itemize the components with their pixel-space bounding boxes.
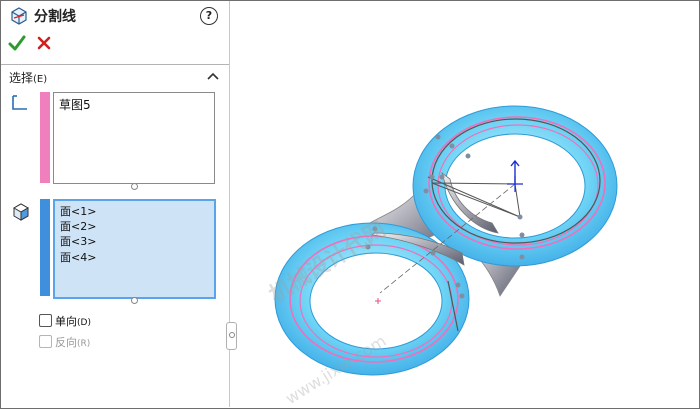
- face-selection-list[interactable]: 面<1> 面<2> 面<3> 面<4>: [53, 199, 216, 299]
- list-item[interactable]: 草图5: [59, 96, 91, 113]
- graphics-viewport[interactable]: [230, 1, 698, 407]
- face-selection-icon: [12, 203, 30, 221]
- single-direction-label: 单向: [55, 315, 77, 328]
- help-icon[interactable]: ?: [200, 7, 218, 25]
- sketch-selection-icon: [12, 95, 27, 110]
- list-item[interactable]: 面<3>: [60, 233, 96, 249]
- reverse-direction-hotkey: (R): [77, 339, 91, 349]
- single-direction-hotkey: (D): [77, 318, 91, 328]
- list-item[interactable]: 面<2>: [60, 218, 96, 234]
- property-manager-panel: 分割线 ? 选择(E) 草图5 面<1> 面<2> 面<3> 面<4> 单向(D…: [1, 1, 230, 407]
- section-label: 选择: [9, 71, 34, 85]
- split-line-icon: [11, 7, 27, 25]
- close-icon: [37, 36, 51, 50]
- reverse-direction-checkbox: [39, 335, 52, 348]
- reverse-direction-label: 反向: [55, 336, 77, 349]
- check-icon: [8, 35, 26, 51]
- chevron-up-icon[interactable]: [207, 71, 219, 81]
- ok-button[interactable]: [8, 34, 26, 52]
- sketch-selection-list[interactable]: 草图5: [53, 92, 215, 184]
- single-direction-checkbox[interactable]: [39, 314, 52, 327]
- section-selections-title[interactable]: 选择(E): [9, 69, 47, 86]
- list-resize-handle[interactable]: [131, 183, 138, 190]
- panel-title: 分割线: [34, 9, 76, 25]
- cancel-button[interactable]: [35, 34, 53, 52]
- list-item[interactable]: 面<4>: [60, 249, 96, 265]
- list-resize-handle[interactable]: [131, 297, 138, 304]
- panel-header: 分割线 ?: [1, 1, 229, 29]
- list-item[interactable]: 面<1>: [60, 203, 96, 219]
- selection-color-bar: [40, 92, 50, 183]
- divider: [1, 64, 229, 65]
- selection-color-bar: [40, 199, 50, 296]
- section-hotkey: (E): [33, 74, 48, 85]
